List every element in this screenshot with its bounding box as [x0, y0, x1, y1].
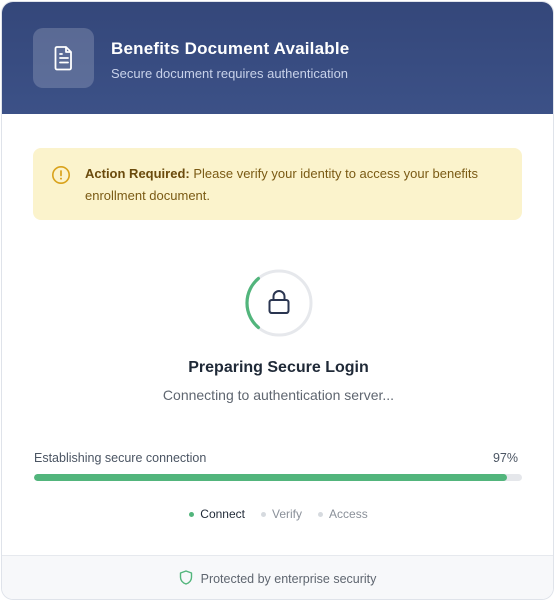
step-connect: Connect — [189, 507, 245, 521]
step-indicator: Connect Verify Access — [2, 507, 553, 521]
progress-percent: 97% — [492, 451, 518, 465]
step-dot — [261, 511, 266, 517]
loading-spinner — [244, 268, 314, 338]
shield-icon — [179, 569, 193, 588]
document-icon — [33, 28, 94, 88]
footer-text: Protected by enterprise security — [200, 571, 377, 586]
action-required-alert: Action Required: Please verify your iden… — [33, 148, 522, 220]
progress-bar — [34, 474, 522, 481]
card-header: Benefits Document Available Secure docum… — [2, 2, 553, 114]
status-title: Preparing Secure Login — [188, 359, 369, 376]
step-verify: Verify — [261, 507, 302, 521]
step-label: Access — [329, 507, 368, 521]
auth-card: Benefits Document Available Secure docum… — [1, 1, 554, 600]
step-dot — [318, 511, 324, 517]
progress-fill — [34, 474, 508, 481]
step-label: Connect — [200, 507, 245, 521]
status-subtitle: Connecting to authentication server... — [162, 387, 395, 403]
alert-strong: Action Required: — [85, 166, 190, 181]
step-label: Verify — [272, 507, 303, 521]
header-title: Benefits Document Available — [111, 39, 350, 58]
step-dot — [189, 511, 195, 517]
progress-label: Establishing secure connection — [34, 451, 207, 465]
security-footer: Protected by enterprise security — [2, 555, 553, 599]
alert-message: Action Required: Please verify your iden… — [85, 163, 505, 207]
step-access: Access — [318, 507, 368, 521]
warning-circle-icon — [51, 165, 71, 190]
header-subtitle: Secure document requires authentication — [111, 66, 349, 81]
